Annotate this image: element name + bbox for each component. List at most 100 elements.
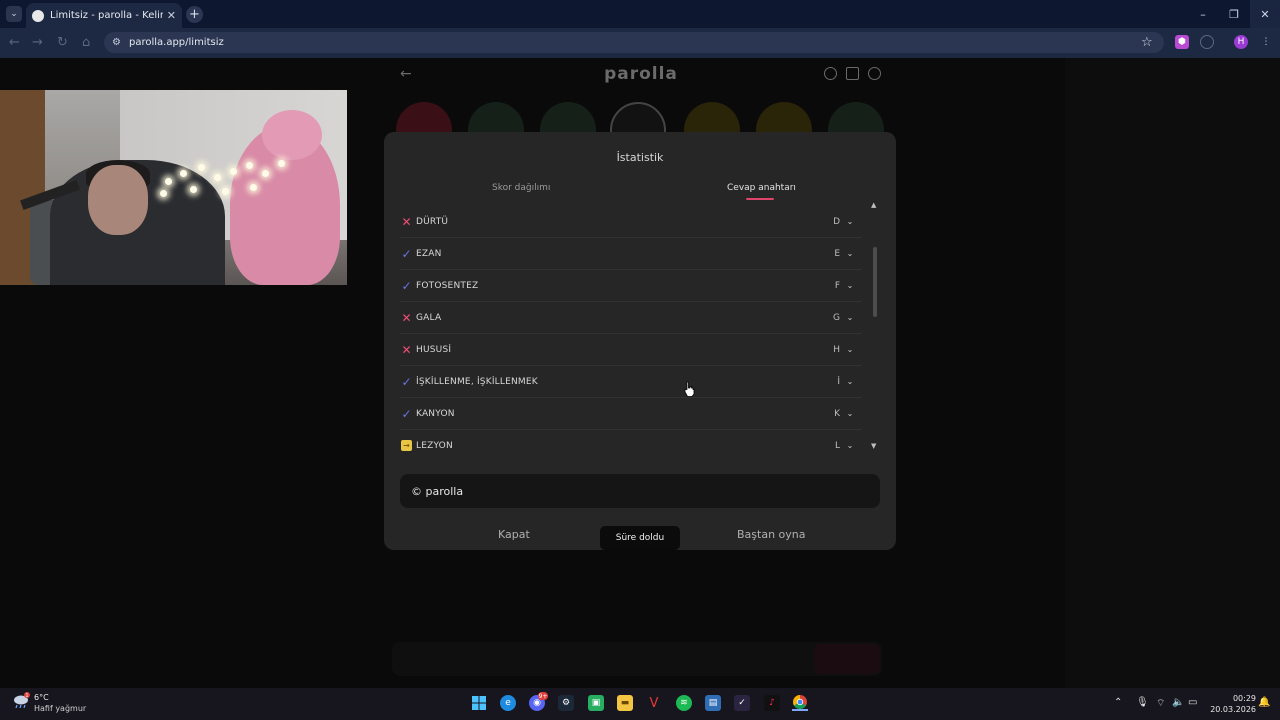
close-button[interactable]: Kapat xyxy=(498,528,530,541)
scroll-up-arrow-icon[interactable]: ▲ xyxy=(871,201,876,209)
extensions-puzzle-icon[interactable] xyxy=(1200,35,1214,49)
chevron-down-icon[interactable]: ⌄ xyxy=(844,313,856,322)
answer-letter: F xyxy=(834,280,840,291)
scrollbar-thumb[interactable] xyxy=(873,247,877,317)
volume-icon[interactable]: 🔈 xyxy=(1172,697,1184,708)
url-field[interactable]: ⚙ parolla.app/limitsiz xyxy=(104,32,1164,53)
answer-row[interactable]: ✓ KANYON K ⌄ xyxy=(400,398,862,430)
submit-button-dimmed xyxy=(814,644,880,674)
extension-icon[interactable]: ⬢ xyxy=(1175,35,1189,49)
spotify-icon[interactable]: ≋ xyxy=(676,695,692,711)
tab-title: Limitsiz - parolla - Kelime oyunu xyxy=(50,10,163,21)
system-clock[interactable]: 00:29 20.03.2026 xyxy=(1204,693,1256,715)
answer-word: DÜRTÜ xyxy=(416,216,449,227)
home-icon[interactable]: ⌂ xyxy=(82,35,90,50)
tiktok-icon[interactable]: ♪ xyxy=(764,695,780,711)
site-info-icon[interactable]: ⚙ xyxy=(112,37,121,48)
answer-input-bar xyxy=(392,642,882,676)
answer-row[interactable]: ✓ EZAN E ⌄ xyxy=(400,238,862,270)
answer-letter: K xyxy=(834,408,840,419)
app-logo: parolla xyxy=(604,64,678,84)
weather-description: Hafif yağmur xyxy=(34,704,87,713)
battery-icon[interactable]: ▭ xyxy=(1188,697,1197,708)
streaming-app-icon[interactable]: ✓ xyxy=(734,695,750,711)
stats-icon[interactable] xyxy=(846,67,859,80)
chrome-taskbar-icon[interactable] xyxy=(792,695,808,711)
info-icon[interactable] xyxy=(824,67,837,80)
hand-cursor-icon xyxy=(684,381,695,397)
chevron-down-icon[interactable]: ⌄ xyxy=(844,441,856,450)
answer-letter: H xyxy=(833,344,840,355)
chevron-down-icon[interactable]: ⌄ xyxy=(844,281,856,290)
answer-word: GALA xyxy=(416,312,442,323)
answer-letter: İ xyxy=(837,376,840,387)
correct-check-icon: ✓ xyxy=(401,246,412,261)
scroll-down-arrow-icon[interactable]: ▼ xyxy=(871,442,876,450)
chevron-down-icon[interactable]: ⌄ xyxy=(844,345,856,354)
browser-tab[interactable]: Limitsiz - parolla - Kelime oyunu ✕ xyxy=(26,3,182,28)
browser-menu-icon[interactable]: ⋮ xyxy=(1259,35,1273,49)
answer-row[interactable]: ✕ DÜRTÜ D ⌄ xyxy=(400,206,862,238)
answer-letter: E xyxy=(834,248,840,259)
tab-close-icon[interactable]: ✕ xyxy=(167,9,176,22)
close-window-button[interactable]: ✕ xyxy=(1250,0,1280,28)
wrong-x-icon: ✕ xyxy=(401,310,412,325)
wrong-x-icon: ✕ xyxy=(401,214,412,229)
chevron-down-icon[interactable]: ⌄ xyxy=(844,377,856,386)
chevron-down-icon[interactable]: ⌄ xyxy=(844,409,856,418)
windows-taskbar xyxy=(0,688,1280,720)
clock-date: 20.03.2026 xyxy=(1210,705,1256,714)
answer-row[interactable]: ✕ HUSUSİ H ⌄ xyxy=(400,334,862,366)
new-tab-button[interactable]: + xyxy=(186,6,203,23)
file-explorer-icon[interactable]: ▬ xyxy=(617,695,633,711)
skipped-arrow-icon: → xyxy=(401,440,412,451)
tab-answer-key[interactable]: Cevap anahtarı xyxy=(727,183,796,193)
answer-row[interactable]: ✓ FOTOSENTEZ F ⌄ xyxy=(400,270,862,302)
statistics-modal: İstatistik Skor dağılımı Cevap anahtarı … xyxy=(384,132,896,550)
time-up-button[interactable]: Süre doldu xyxy=(600,526,680,550)
correct-check-icon: ✓ xyxy=(401,406,412,421)
minimize-button[interactable]: – xyxy=(1188,0,1218,28)
tab-score-distribution[interactable]: Skor dağılımı xyxy=(492,183,550,193)
notification-bell-icon[interactable]: 🔔 xyxy=(1258,697,1270,708)
profile-icon[interactable] xyxy=(868,67,881,80)
chevron-down-icon[interactable]: ⌄ xyxy=(844,217,856,226)
valorant-icon[interactable]: V xyxy=(646,695,662,711)
restore-button[interactable]: ❐ xyxy=(1219,0,1249,28)
page-side-panel xyxy=(1065,58,1280,688)
answer-letter: G xyxy=(833,312,840,323)
profile-avatar-icon[interactable]: H xyxy=(1234,35,1248,49)
wrong-x-icon: ✕ xyxy=(401,342,412,357)
reload-icon[interactable]: ↻ xyxy=(57,35,68,50)
footer-copyright: © parolla xyxy=(400,474,880,508)
answer-row[interactable]: → LEZYON L ⌄ xyxy=(400,430,862,456)
weather-rain-icon[interactable]: 1 xyxy=(12,692,30,708)
parolla-favicon xyxy=(32,9,44,22)
microphone-icon[interactable]: 🎙 xyxy=(1136,697,1149,708)
forward-arrow-icon[interactable]: → xyxy=(32,35,43,50)
back-arrow-icon[interactable]: ← xyxy=(9,35,20,50)
edge-icon[interactable]: e xyxy=(500,695,516,711)
correct-check-icon: ✓ xyxy=(401,374,412,389)
windows-start-icon[interactable] xyxy=(471,695,487,711)
chevron-down-icon[interactable]: ⌄ xyxy=(844,249,856,258)
answer-row[interactable]: ✕ GALA G ⌄ xyxy=(400,302,862,334)
modal-title: İstatistik xyxy=(616,151,664,164)
restart-button[interactable]: Baştan oyna xyxy=(737,528,806,541)
bookmark-star-icon[interactable]: ☆ xyxy=(1141,35,1153,50)
answer-row[interactable]: ✓ İŞKİLLENME, İŞKİLLENMEK İ ⌄ xyxy=(400,366,862,398)
answer-letter: L xyxy=(834,440,840,451)
answer-key-list[interactable]: ✕ DÜRTÜ D ⌄ ✓ EZAN E ⌄ ✓ FOTOSENTEZ F ⌄ ✕ GALA G ⌄ ✕ HUSU… xyxy=(400,206,862,456)
weather-alert-badge: 1 xyxy=(25,693,28,699)
tab-search-button[interactable]: ⌄ xyxy=(6,6,22,22)
tray-overflow-icon[interactable]: ⌃ xyxy=(1114,697,1122,708)
app-icon[interactable]: ▣ xyxy=(588,695,604,711)
office-icon[interactable]: ▤ xyxy=(705,695,721,711)
answer-word: KANYON xyxy=(416,408,455,419)
answer-letter: D xyxy=(833,216,840,227)
wifi-icon[interactable]: ⌔ xyxy=(1156,697,1165,710)
answer-word: İŞKİLLENME, İŞKİLLENMEK xyxy=(416,376,538,387)
steam-icon[interactable]: ⚙ xyxy=(558,695,574,711)
discord-notification-badge: 9+ xyxy=(538,692,548,700)
answer-word: LEZYON xyxy=(416,440,453,451)
